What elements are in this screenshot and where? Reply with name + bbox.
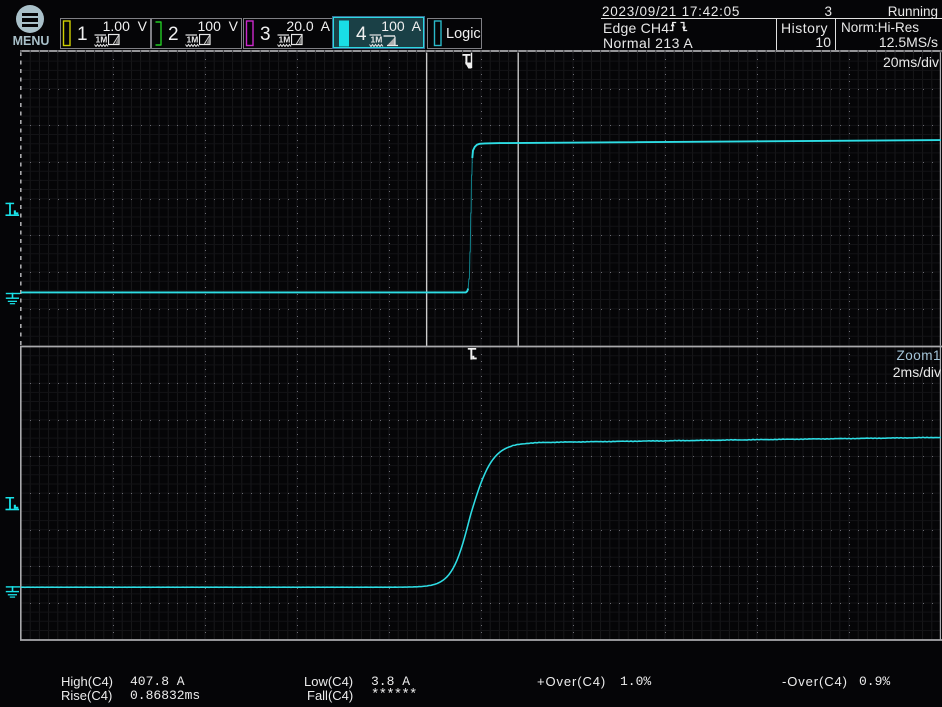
svg-text:1M: 1M: [187, 35, 199, 45]
svg-text:1M: 1M: [371, 35, 383, 45]
svg-text:1M: 1M: [279, 35, 291, 45]
svg-text:1M: 1M: [96, 35, 108, 45]
